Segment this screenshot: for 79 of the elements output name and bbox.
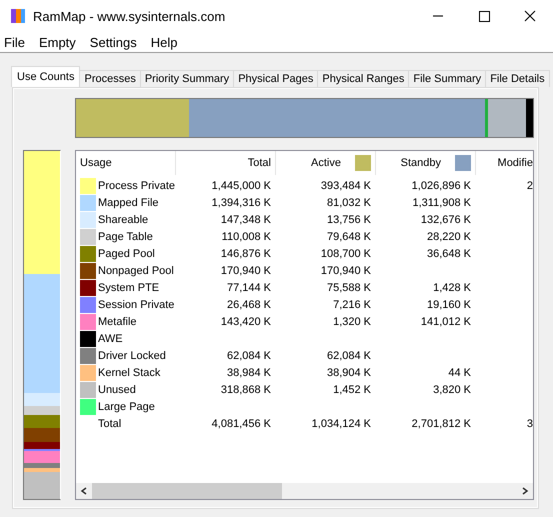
column-label: Modifie <box>498 157 533 169</box>
table-cell: 2,701,812 K <box>412 418 471 430</box>
table-cell: 19,160 K <box>426 298 471 310</box>
table-cell: 62,084 K <box>326 350 371 362</box>
scroll-thumb[interactable] <box>92 483 282 499</box>
table-cell: 36,648 K <box>426 248 471 260</box>
table-cell: 1,311,908 K <box>412 196 471 208</box>
table-cell: 108,700 K <box>320 248 371 260</box>
usage-label: Total <box>98 418 122 430</box>
table-cell: 3 <box>526 418 533 430</box>
table-cell: 81,032 K <box>326 196 371 208</box>
table-cell: 143,420 K <box>220 316 271 328</box>
tab[interactable]: File Details <box>485 70 550 87</box>
table-cell: 62,084 K <box>226 350 271 362</box>
column-header[interactable]: Active <box>276 151 376 175</box>
column-header[interactable]: Total <box>176 151 276 175</box>
bar-segment <box>24 415 60 428</box>
table-cell: 79,648 K <box>326 230 371 242</box>
table-cell: 1,452 K <box>333 384 371 396</box>
usage-label: System PTE <box>98 282 160 294</box>
menu-item[interactable]: Help <box>150 34 178 50</box>
horizontal-scrollbar[interactable] <box>76 483 533 499</box>
column-header[interactable]: Standby <box>376 151 476 175</box>
column-label: Usage <box>80 157 112 169</box>
usage-label: Unused <box>98 384 136 396</box>
tab[interactable]: File Summary <box>408 70 486 87</box>
usage-label: Nonpaged Pool <box>98 264 174 276</box>
tab[interactable]: Physical Pages <box>233 70 318 87</box>
table-cell: 110,008 K <box>222 230 271 242</box>
column-header[interactable]: Modifie <box>476 151 533 175</box>
column-label: Total <box>248 157 271 169</box>
table-cell: 1,034,124 K <box>312 418 371 430</box>
table-cell: 146,876 K <box>220 248 271 260</box>
table-cell: 1,026,896 K <box>412 180 471 192</box>
usage-label: Mapped File <box>98 196 159 208</box>
table-cell: 44 K <box>448 366 471 378</box>
window-title: RamMap - www.sysinternals.com <box>33 8 226 24</box>
usage-label: Large Page <box>98 400 155 412</box>
table-cell: 2 <box>526 180 533 192</box>
table-cell: 7,216 K <box>333 298 371 310</box>
table-cell: 393,484 K <box>320 180 371 192</box>
table-cell: 318,868 K <box>220 384 271 396</box>
menu-item[interactable]: Empty <box>38 34 76 50</box>
tab[interactable]: Priority Summary <box>140 70 234 87</box>
column-header[interactable]: Usage <box>76 151 176 175</box>
column-label: Standby <box>400 157 441 169</box>
table-cell: 170,940 K <box>320 264 371 276</box>
usage-label: AWE <box>98 332 123 344</box>
table-cell: 77,144 K <box>226 282 271 294</box>
table-cell: 13,756 K <box>326 214 371 226</box>
table-cell: 1,320 K <box>333 316 371 328</box>
usage-label: Process Private <box>98 180 176 192</box>
column-label: Active <box>311 157 341 169</box>
menu-item[interactable]: Settings <box>90 34 137 50</box>
table-cell: 75,588 K <box>326 282 371 294</box>
usage-label: Page Table <box>98 230 153 242</box>
tab[interactable]: Physical Ranges <box>317 70 410 87</box>
table-cell: 26,468 K <box>226 298 271 310</box>
usage-label: Paged Pool <box>98 248 155 260</box>
usage-label: Driver Locked <box>98 350 166 362</box>
menu-item[interactable]: File <box>4 34 25 50</box>
usage-label: Metafile <box>98 316 137 328</box>
tab[interactable]: Use Counts <box>11 66 80 87</box>
table-cell: 1,394,316 K <box>212 196 271 208</box>
usage-label: Kernel Stack <box>98 366 160 378</box>
table-cell: 147,348 K <box>220 214 271 226</box>
table-cell: 170,940 K <box>220 264 271 276</box>
table-cell: 28,220 K <box>426 230 471 242</box>
table-cell: 38,984 K <box>226 366 271 378</box>
usage-label: Session Private <box>98 298 174 310</box>
table-cell: 1,445,000 K <box>212 180 271 192</box>
app-icon <box>10 8 26 24</box>
table-cell: 38,904 K <box>326 366 371 378</box>
table-cell: 4,081,456 K <box>212 418 271 430</box>
usage-label: Shareable <box>98 214 148 226</box>
table-cell: 132,676 K <box>420 214 471 226</box>
table-cell: 3,820 K <box>433 384 471 396</box>
table-cell: 141,012 K <box>420 316 471 328</box>
table-cell: 1,428 K <box>433 282 471 294</box>
